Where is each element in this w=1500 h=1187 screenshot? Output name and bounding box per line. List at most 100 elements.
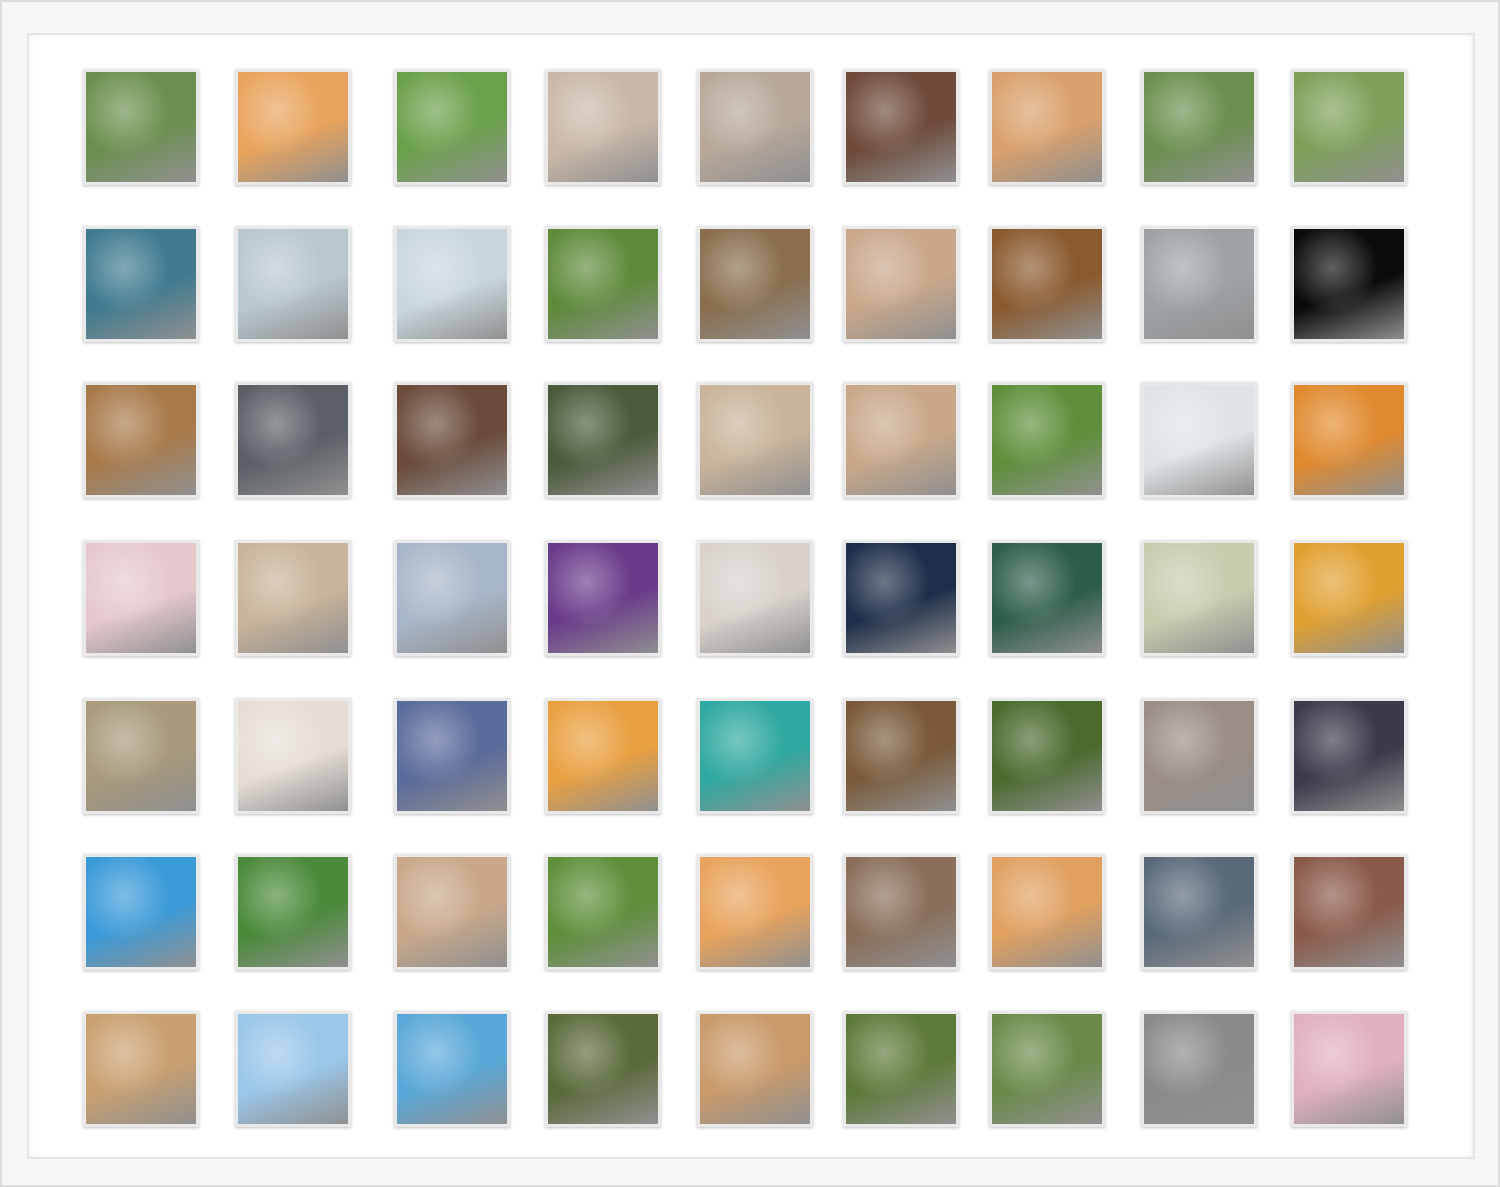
photo-slot xyxy=(697,382,813,498)
photo-image xyxy=(846,543,956,653)
photo-slot xyxy=(545,226,661,342)
photo-slot xyxy=(989,382,1105,498)
photo-image xyxy=(992,543,1102,653)
photo-slot xyxy=(235,854,351,970)
photo-slot xyxy=(1141,226,1257,342)
photo-slot xyxy=(843,382,959,498)
photo-image xyxy=(238,857,348,967)
photo-slot xyxy=(394,1011,510,1127)
photo-image xyxy=(548,229,658,339)
photo-slot xyxy=(235,540,351,656)
photo-slot xyxy=(697,69,813,185)
photo-slot xyxy=(843,854,959,970)
photo-image xyxy=(397,229,507,339)
photo-image xyxy=(846,385,956,495)
photo-slot xyxy=(1291,69,1407,185)
photo-image xyxy=(86,385,196,495)
photo-slot xyxy=(1291,382,1407,498)
photo-slot xyxy=(1291,226,1407,342)
photo-image xyxy=(1294,701,1404,811)
photo-image xyxy=(86,229,196,339)
photo-slot xyxy=(545,382,661,498)
photo-image xyxy=(1144,72,1254,182)
photo-slot xyxy=(83,1011,199,1127)
photo-slot xyxy=(843,540,959,656)
photo-image xyxy=(548,385,658,495)
photo-slot xyxy=(235,1011,351,1127)
photo-slot xyxy=(843,226,959,342)
photo-slot xyxy=(394,226,510,342)
photo-slot xyxy=(843,1011,959,1127)
photo-slot xyxy=(989,854,1105,970)
photo-image xyxy=(548,543,658,653)
photo-slot xyxy=(697,540,813,656)
photo-image xyxy=(1144,1014,1254,1124)
photo-slot xyxy=(1291,1011,1407,1127)
photo-image xyxy=(1294,385,1404,495)
photo-slot xyxy=(83,854,199,970)
photo-slot xyxy=(989,540,1105,656)
photo-image xyxy=(548,857,658,967)
photo-slot xyxy=(545,854,661,970)
photo-slot xyxy=(1141,382,1257,498)
photo-slot xyxy=(1291,698,1407,814)
photo-image xyxy=(548,72,658,182)
photo-image xyxy=(846,857,956,967)
photo-image xyxy=(992,857,1102,967)
photo-slot xyxy=(697,1011,813,1127)
photo-image xyxy=(238,385,348,495)
photo-image xyxy=(1294,1014,1404,1124)
photo-image xyxy=(86,701,196,811)
photo-slot xyxy=(989,226,1105,342)
photo-image xyxy=(700,385,810,495)
photo-slot xyxy=(989,69,1105,185)
photo-image xyxy=(992,229,1102,339)
photo-slot xyxy=(394,854,510,970)
photo-image xyxy=(846,1014,956,1124)
photo-slot xyxy=(989,1011,1105,1127)
photo-image xyxy=(397,385,507,495)
photo-image xyxy=(992,1014,1102,1124)
photo-image xyxy=(238,72,348,182)
photo-slot xyxy=(394,382,510,498)
photo-image xyxy=(238,543,348,653)
photo-slot xyxy=(83,540,199,656)
photo-image xyxy=(700,229,810,339)
photo-slot xyxy=(1291,540,1407,656)
photo-slot xyxy=(83,382,199,498)
photo-image xyxy=(397,857,507,967)
photo-image xyxy=(1144,229,1254,339)
photo-slot xyxy=(83,226,199,342)
photo-slot xyxy=(1141,540,1257,656)
photo-slot xyxy=(545,1011,661,1127)
photo-image xyxy=(1144,385,1254,495)
photo-image xyxy=(846,72,956,182)
photo-image xyxy=(397,72,507,182)
photo-image xyxy=(238,229,348,339)
photo-slot xyxy=(545,69,661,185)
photo-slot xyxy=(843,69,959,185)
photo-slot xyxy=(545,698,661,814)
photo-slot xyxy=(1291,854,1407,970)
photo-image xyxy=(1294,543,1404,653)
photo-slot xyxy=(989,698,1105,814)
photo-image xyxy=(700,857,810,967)
photo-slot xyxy=(1141,1011,1257,1127)
photo-slot xyxy=(235,698,351,814)
photo-slot xyxy=(1141,854,1257,970)
photo-slot xyxy=(394,698,510,814)
photo-slot xyxy=(235,382,351,498)
photo-slot xyxy=(83,698,199,814)
collage-mat xyxy=(27,33,1475,1159)
photo-slot xyxy=(394,69,510,185)
photo-slot xyxy=(1141,698,1257,814)
picture-frame xyxy=(0,0,1500,1187)
photo-image xyxy=(397,1014,507,1124)
photo-slot xyxy=(235,226,351,342)
photo-slot xyxy=(697,854,813,970)
photo-image xyxy=(1294,229,1404,339)
photo-slot xyxy=(697,226,813,342)
photo-image xyxy=(992,72,1102,182)
photo-image xyxy=(397,701,507,811)
photo-image xyxy=(548,1014,658,1124)
